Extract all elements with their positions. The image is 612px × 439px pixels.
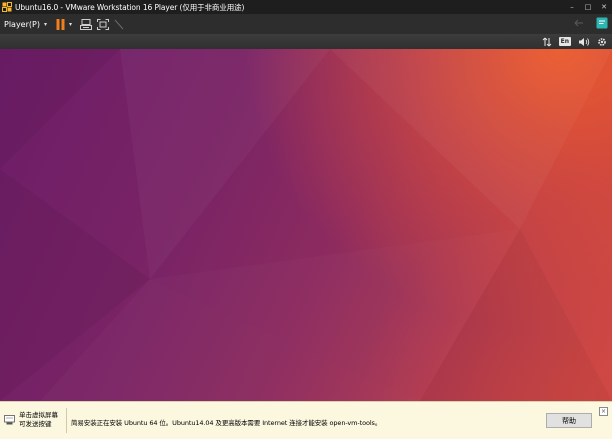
chevron-down-icon: ▾	[43, 20, 47, 28]
pause-icon	[56, 18, 65, 30]
keyboard-layout-icon[interactable]: En	[558, 37, 571, 46]
close-notification-button[interactable]: ×	[599, 407, 608, 416]
arrows-icon[interactable]	[574, 17, 588, 29]
pause-button[interactable]: ▾	[56, 18, 72, 30]
send-ctrl-alt-del-icon	[80, 18, 92, 30]
click-screen-hint: 单击虚拟屏幕 可发送按键	[19, 411, 58, 429]
help-button[interactable]: 帮助	[546, 413, 592, 428]
minimize-button[interactable]: –	[564, 0, 580, 14]
unity-button[interactable]	[114, 19, 124, 30]
hint-line-1: 单击虚拟屏幕	[19, 411, 58, 419]
window-title: Ubuntu16.0 - VMware Workstation 16 Playe…	[15, 2, 245, 12]
vmware-player-icon	[2, 2, 12, 12]
hint-line-2: 可发送按键	[19, 420, 52, 428]
player-menu-label: Player(P)	[4, 19, 40, 29]
guest-status-tray: En	[0, 34, 612, 49]
window-controls: – □ ✕	[564, 0, 612, 14]
fullscreen-button[interactable]	[97, 18, 109, 30]
keyboard-hint-icon	[4, 415, 15, 425]
easy-install-notification: 单击虚拟屏幕 可发送按键 简易安装正在安装 Ubuntu 64 位。Ubuntu…	[0, 401, 612, 439]
pause-menu-chevron-icon[interactable]: ▾	[69, 21, 72, 28]
window-titlebar: Ubuntu16.0 - VMware Workstation 16 Playe…	[0, 0, 612, 14]
network-updown-icon[interactable]	[542, 37, 552, 47]
volume-icon[interactable]	[578, 37, 590, 47]
settings-gear-icon[interactable]	[597, 37, 607, 47]
player-toolbar: Player(P) ▾ ▾	[0, 14, 612, 34]
player-menu-button[interactable]: Player(P) ▾	[4, 20, 47, 29]
notification-divider	[66, 408, 67, 433]
wallpaper-facets	[0, 49, 612, 401]
vm-screen-desktop[interactable]	[0, 49, 612, 401]
toolbar-right-group	[574, 17, 608, 29]
maximize-button[interactable]: □	[580, 0, 596, 14]
send-ctrl-alt-del-button[interactable]	[80, 18, 92, 30]
fullscreen-icon	[97, 18, 109, 30]
unity-icon	[114, 19, 124, 29]
install-status-message: 简易安装正在安装 Ubuntu 64 位。Ubuntu14.04 及更高版本需要…	[71, 419, 382, 427]
close-button[interactable]: ✕	[596, 0, 612, 14]
chat-icon[interactable]	[596, 17, 608, 29]
keyboard-layout-label: En	[558, 37, 571, 46]
